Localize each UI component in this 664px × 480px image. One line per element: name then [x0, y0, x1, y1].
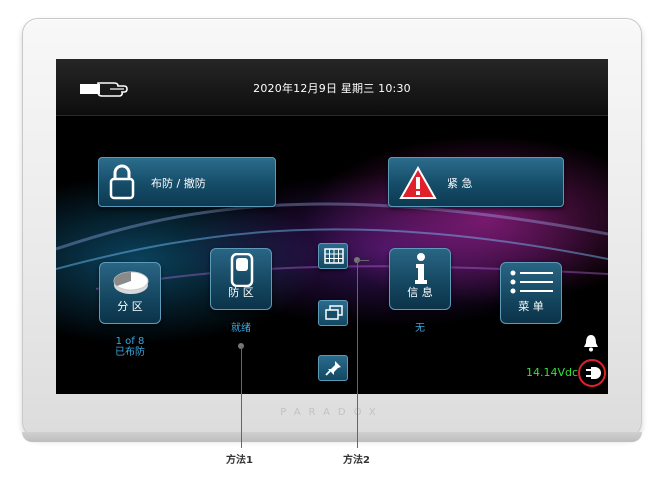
method1-label: 方法1: [226, 455, 253, 466]
power-plug-icon[interactable]: [583, 364, 601, 382]
method1-leader: [241, 346, 242, 448]
partition-status-count: 1 of 8: [115, 336, 145, 347]
windows-button[interactable]: [318, 300, 348, 326]
battery-voltage: 14.14Vdc: [526, 366, 579, 379]
zone-status: 就绪: [231, 323, 251, 334]
emergency-label: 紧 急: [447, 177, 473, 190]
pin-button[interactable]: [318, 355, 348, 381]
keypad-button[interactable]: [318, 243, 348, 269]
status-bar: 2020年12月9日 星期三 10:30: [56, 59, 608, 116]
zone-label: 防 区: [228, 286, 254, 299]
zone-tile[interactable]: 防 区: [210, 248, 272, 310]
pin-icon: [325, 361, 341, 376]
brand-logo: PARADOX: [280, 407, 384, 418]
menu-list-icon: [510, 270, 553, 294]
partition-label: 分 区: [117, 300, 143, 313]
menu-label: 菜 单: [518, 300, 544, 313]
partition-tile[interactable]: 分 区: [99, 262, 161, 324]
bell-icon[interactable]: [583, 334, 599, 352]
method2-leader: [357, 260, 358, 448]
date-time: 2020年12月9日 星期三 10:30: [253, 82, 411, 95]
keypad-grid-icon: [324, 248, 344, 264]
door-sensor-icon: [230, 253, 254, 287]
windows-icon: [325, 305, 343, 320]
touchscreen: 2020年12月9日 星期三 10:30 布防 / 撤防 紧 急 分 区 1 o…: [56, 59, 608, 394]
info-label: 信 息: [407, 286, 433, 299]
lock-icon: [109, 164, 135, 200]
arm-disarm-button[interactable]: 布防 / 撤防: [98, 157, 276, 207]
info-icon: [415, 253, 427, 284]
device-base: [22, 432, 642, 442]
partition-status-state: 已布防: [115, 347, 145, 358]
warning-icon: [399, 166, 437, 199]
pie-chart-icon: [113, 271, 149, 294]
info-tile[interactable]: 信 息: [389, 248, 451, 310]
info-status: 无: [415, 323, 425, 334]
partition-status: 1 of 8 已布防: [99, 336, 161, 358]
method2-leader-stub: [357, 260, 369, 261]
arm-disarm-label: 布防 / 撤防: [151, 177, 206, 190]
method2-label: 方法2: [343, 455, 370, 466]
emergency-button[interactable]: 紧 急: [388, 157, 564, 207]
menu-tile[interactable]: 菜 单: [500, 262, 562, 324]
